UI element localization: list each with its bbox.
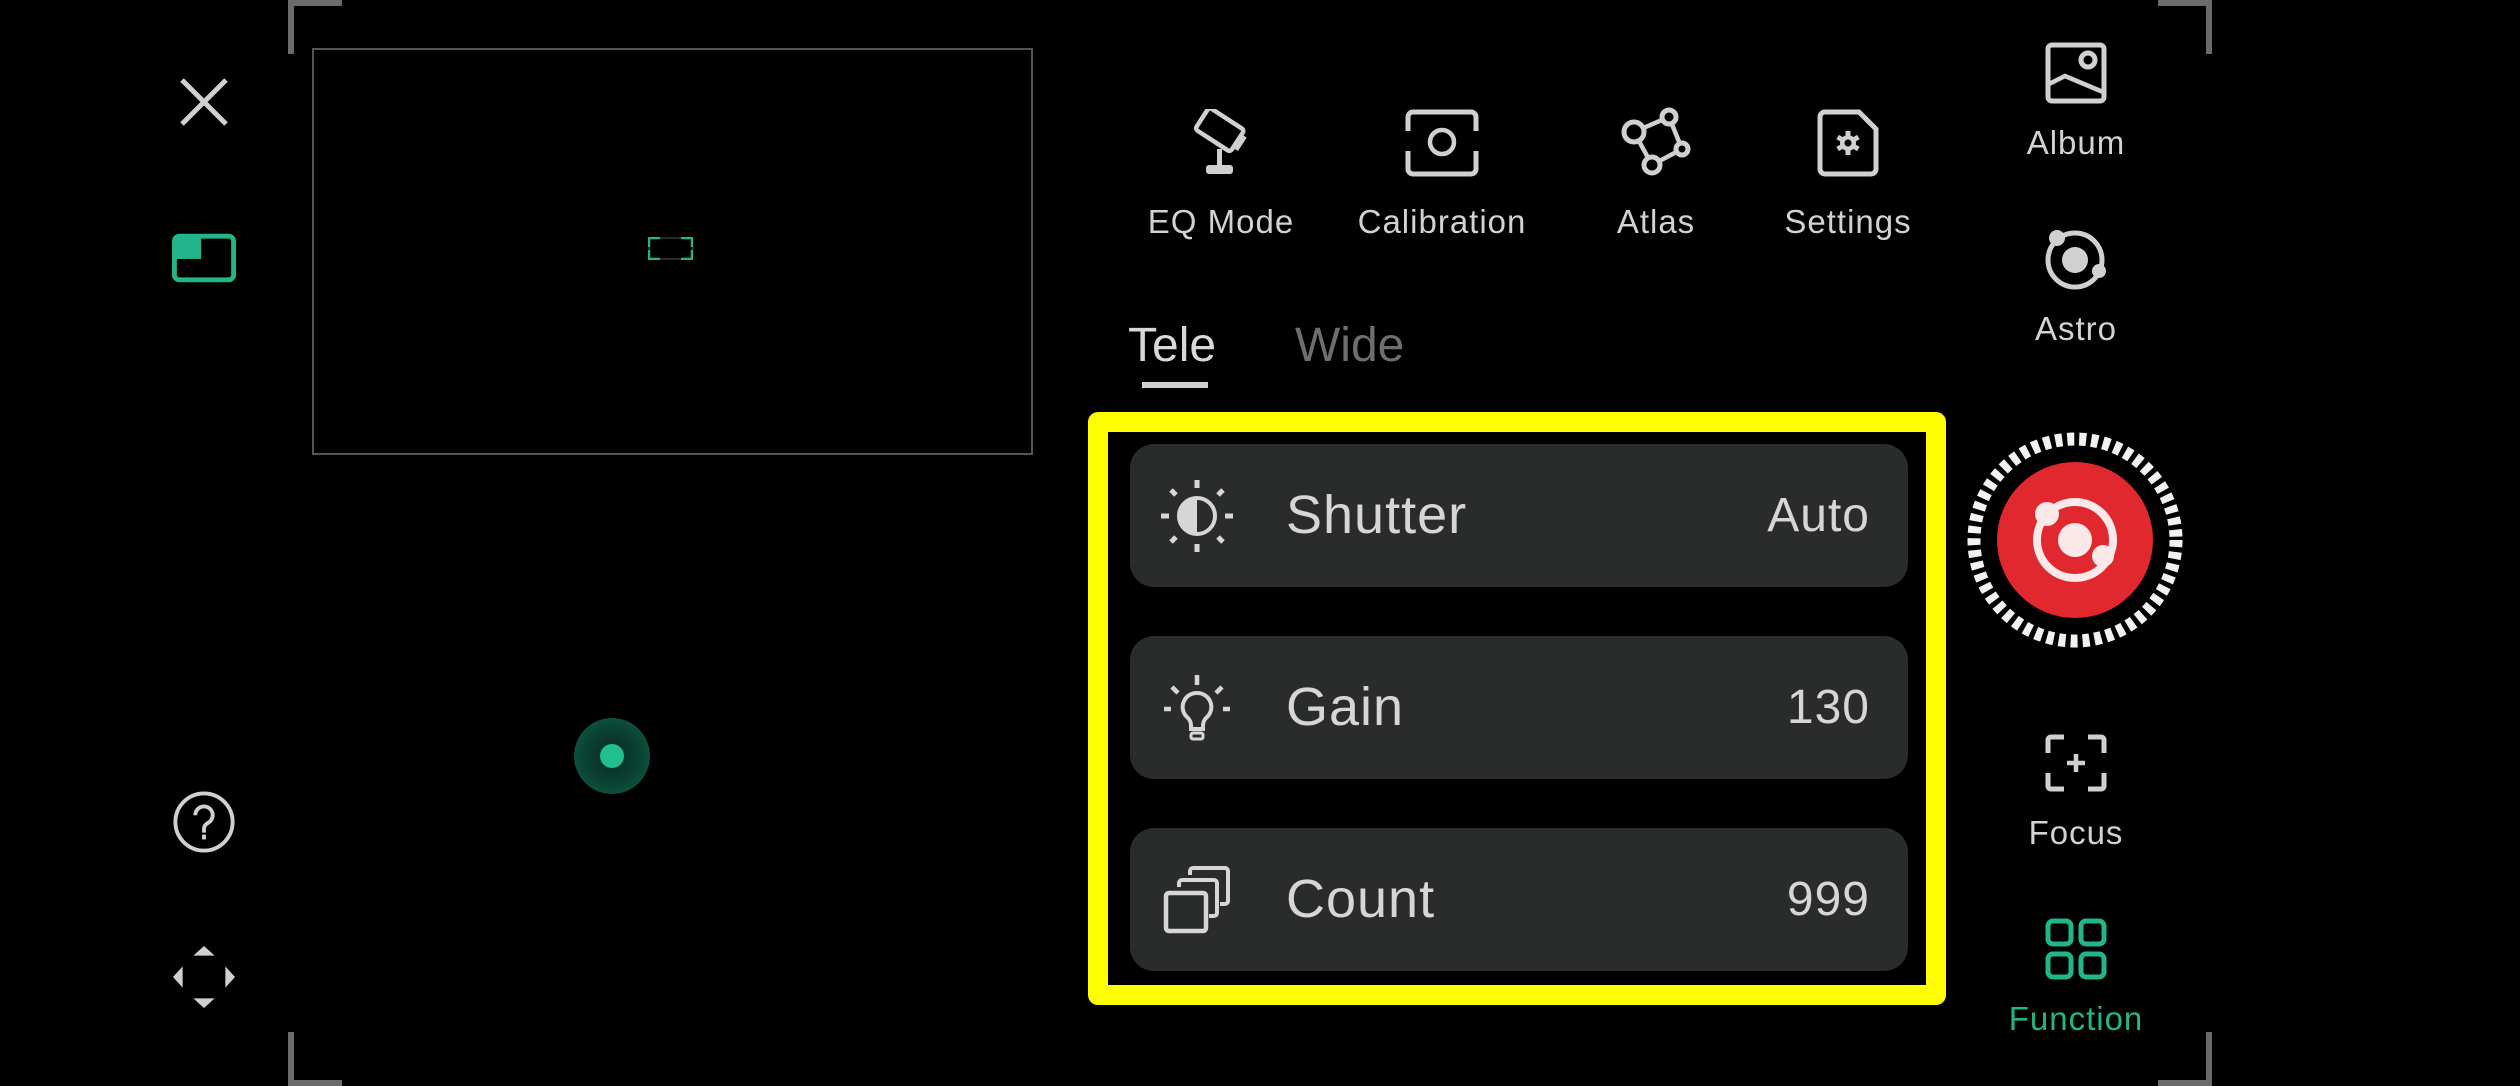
frame-corner-bottom-right [2158,1032,2212,1086]
param-row-gain[interactable]: Gain 130 [1130,636,1908,779]
frame-corner-top-right [2158,0,2212,54]
telescope-mount-icon [1193,109,1247,174]
joystick-knob[interactable] [600,744,624,768]
album-button[interactable]: Album [1996,40,2156,162]
tool-settings[interactable]: Settings [1748,105,1948,241]
move-button[interactable] [172,945,236,1009]
tool-calibration[interactable]: Calibration [1342,105,1542,241]
calibration-icon [1405,109,1479,177]
param-label: Count [1286,869,1436,929]
tab-tele[interactable]: Tele [1128,318,1216,373]
frame-corner-top-left [288,0,342,54]
joystick[interactable] [574,718,650,794]
help-button[interactable] [172,790,236,854]
astro-orbit-icon [2045,230,2106,290]
param-value: 130 [1786,681,1870,734]
param-label: Gain [1286,677,1405,737]
shutter-button[interactable] [1967,432,2183,648]
tool-atlas[interactable]: Atlas [1556,105,1756,241]
help-icon [173,791,235,853]
bulb-icon [1164,675,1230,741]
exposure-icon [1161,480,1233,552]
param-value: Auto [1767,489,1870,542]
astro-button[interactable]: Astro [1996,226,2156,348]
astro-label: Astro [2034,310,2118,347]
tool-label: Settings [1784,203,1912,240]
focus-label: Focus [2028,814,2124,851]
move-arrows-icon [172,945,236,1009]
tool-label: Atlas [1616,203,1696,240]
param-value: 999 [1786,873,1870,926]
layout-toggle-button[interactable] [172,226,236,290]
function-button[interactable]: Function [1996,916,2156,1038]
focus-icon [2045,734,2107,792]
image-icon [2045,42,2107,104]
close-icon [180,78,228,126]
constellation-icon [1621,107,1691,176]
param-row-count[interactable]: Count 999 [1130,828,1908,971]
focus-frame-marker [648,237,693,260]
stack-icon [1163,866,1230,934]
album-label: Album [2026,124,2126,161]
function-label: Function [2008,1000,2144,1037]
shutter-ring [1967,432,2183,648]
tool-label: Calibration [1357,203,1527,240]
picture-in-picture-icon [172,233,236,283]
close-button[interactable] [172,70,236,134]
param-label: Shutter [1286,485,1468,545]
focus-button[interactable]: Focus [1996,730,2156,852]
tool-eq-mode[interactable]: EQ Mode [1121,105,1321,241]
grid-icon [2045,918,2107,980]
tool-label: EQ Mode [1147,203,1295,240]
active-tab-indicator [1142,382,1208,388]
tab-wide[interactable]: Wide [1295,318,1404,373]
settings-file-icon [1817,109,1879,177]
param-row-shutter[interactable]: Shutter Auto [1130,444,1908,587]
frame-corner-bottom-left [288,1032,342,1086]
